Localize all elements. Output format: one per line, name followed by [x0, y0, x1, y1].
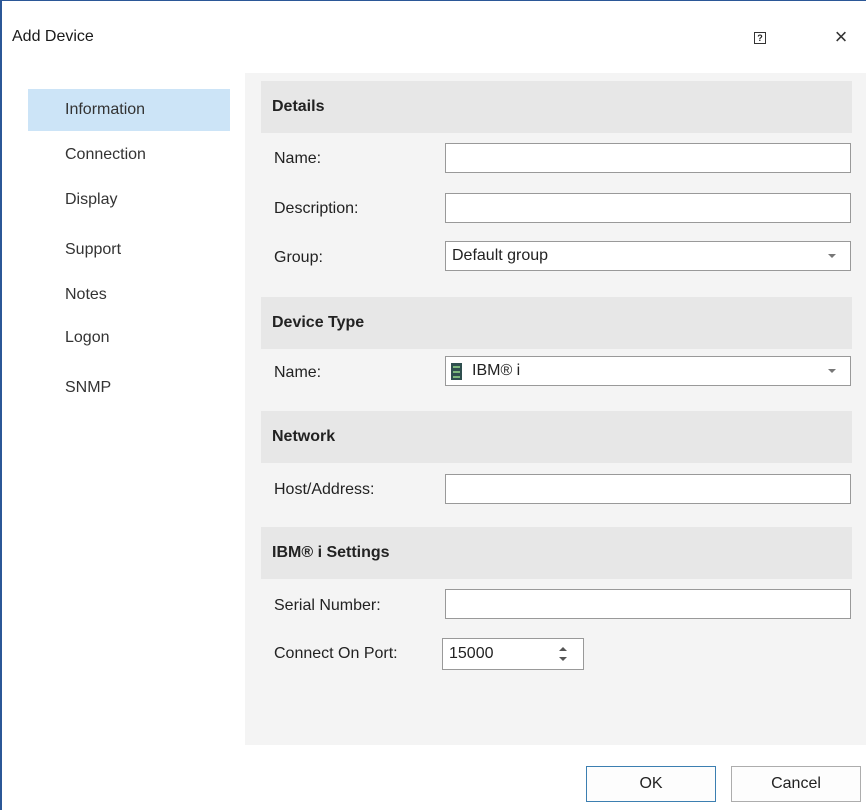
chevron-down-icon: [828, 369, 836, 373]
name-label: Name:: [274, 150, 322, 167]
spin-down-icon[interactable]: [559, 657, 567, 661]
sidebar-item-display[interactable]: Display: [28, 179, 230, 221]
group-label: Group:: [274, 249, 323, 266]
host-address-label: Host/Address:: [274, 481, 375, 498]
add-device-dialog: Add Device ? × Information Connection Di…: [0, 0, 866, 810]
section-header-ibm-settings: IBM® i Settings: [261, 527, 852, 579]
serial-number-input[interactable]: [445, 589, 851, 619]
device-type-name-label: Name:: [274, 364, 322, 381]
device-type-dropdown[interactable]: IBM® i: [445, 356, 851, 386]
host-address-input[interactable]: [445, 474, 851, 504]
spin-up-icon[interactable]: [559, 647, 567, 651]
description-label: Description:: [274, 200, 359, 217]
device-type-selected-value: IBM® i: [472, 362, 521, 379]
sidebar-item-support[interactable]: Support: [28, 229, 230, 271]
ok-button[interactable]: OK: [586, 766, 716, 802]
port-value: 15000: [449, 645, 494, 662]
group-dropdown[interactable]: Default group: [445, 241, 851, 271]
section-header-details: Details: [261, 81, 852, 133]
close-icon[interactable]: ×: [832, 26, 850, 48]
sidebar-item-notes[interactable]: Notes: [28, 274, 230, 316]
port-stepper[interactable]: 15000: [442, 638, 584, 670]
sidebar-item-snmp[interactable]: SNMP: [28, 367, 230, 409]
chevron-down-icon: [828, 254, 836, 258]
dialog-title: Add Device: [12, 28, 94, 45]
section-header-device-type: Device Type: [261, 297, 852, 349]
cancel-button[interactable]: Cancel: [731, 766, 861, 802]
connect-on-port-label: Connect On Port:: [274, 645, 398, 662]
sidebar-item-connection[interactable]: Connection: [28, 134, 230, 176]
sidebar-item-information[interactable]: Information: [28, 89, 230, 131]
section-header-network: Network: [261, 411, 852, 463]
serial-number-label: Serial Number:: [274, 597, 381, 614]
sidebar-item-logon[interactable]: Logon: [28, 317, 230, 359]
help-icon[interactable]: ?: [754, 32, 766, 44]
server-icon: [451, 363, 462, 380]
name-input[interactable]: [445, 143, 851, 173]
description-input[interactable]: [445, 193, 851, 223]
settings-panel: Details Name: Description: Group: Defaul…: [245, 73, 866, 745]
group-selected-value: Default group: [452, 247, 549, 264]
